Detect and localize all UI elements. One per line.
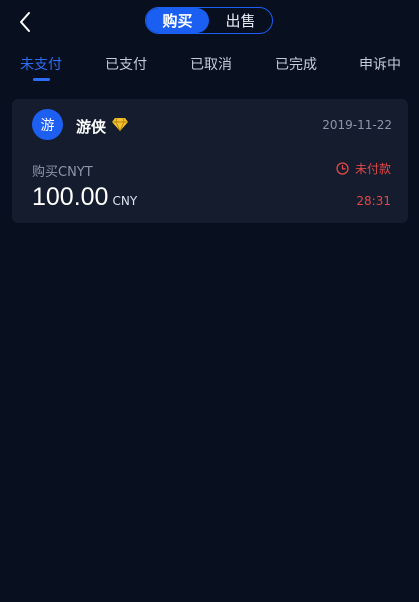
back-button[interactable] <box>12 8 40 36</box>
order-type: 购买CNYT <box>32 165 93 180</box>
chevron-left-icon <box>20 12 30 32</box>
order-date: 2019-11-22 <box>322 118 392 132</box>
order-card[interactable]: 游 游侠 2019-11-22 购买CNYT 未付款 100.00 CNY 28… <box>12 99 408 223</box>
tab-appealing[interactable]: 申诉中 <box>359 54 401 74</box>
payment-countdown: 28:31 <box>356 194 391 208</box>
order-status-tabs: 未支付 已支付 已取消 已完成 申诉中 <box>0 48 419 84</box>
order-status: 未付款 <box>336 160 391 177</box>
order-status-label: 未付款 <box>354 162 391 176</box>
buy-sell-toggle: 购买 出售 <box>145 7 273 34</box>
segment-sell[interactable]: 出售 <box>209 8 272 33</box>
tab-cancelled[interactable]: 已取消 <box>190 54 232 74</box>
tab-completed[interactable]: 已完成 <box>275 54 317 74</box>
active-tab-indicator <box>33 78 50 81</box>
tab-paid[interactable]: 已支付 <box>105 54 147 74</box>
order-amount: 100.00 CNY <box>32 183 137 212</box>
amount-currency: CNY <box>112 194 138 208</box>
header: 购买 出售 <box>0 0 419 44</box>
merchant-name: 游侠 <box>76 118 107 136</box>
tab-unpaid[interactable]: 未支付 <box>20 54 62 74</box>
merchant-avatar: 游 <box>32 109 63 140</box>
clock-icon <box>336 162 349 175</box>
diamond-icon <box>112 117 128 131</box>
amount-value: 100.00 <box>32 183 109 211</box>
segment-buy[interactable]: 购买 <box>146 8 209 33</box>
